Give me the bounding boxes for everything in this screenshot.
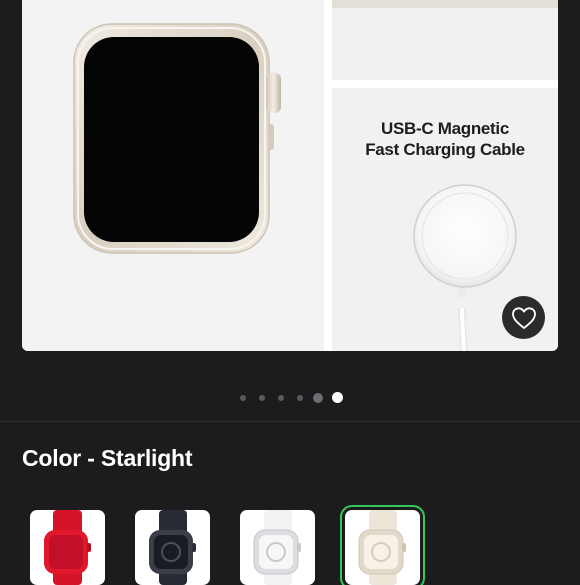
- watch-midnight-icon: [149, 510, 196, 585]
- section-divider: [0, 421, 580, 422]
- gallery-divider: [332, 80, 558, 88]
- page-dot[interactable]: [297, 395, 303, 401]
- color-option-red[interactable]: [30, 510, 105, 585]
- color-option-silver[interactable]: [240, 510, 315, 585]
- product-image-gallery[interactable]: USB-C Magnetic Fast Charging Cable: [22, 0, 558, 351]
- band-strip: [332, 0, 558, 8]
- gallery-page-indicator[interactable]: [0, 391, 580, 405]
- favorite-button[interactable]: [502, 296, 545, 339]
- page-dot[interactable]: [278, 395, 284, 401]
- watch-silver-icon: [253, 510, 301, 585]
- band-detail-image: [332, 0, 558, 80]
- page-dot[interactable]: [259, 395, 265, 401]
- gallery-divider: [324, 0, 332, 351]
- page-dot[interactable]: [240, 395, 246, 401]
- watch-red-icon: [44, 510, 91, 585]
- color-option-midnight[interactable]: [135, 510, 210, 585]
- color-label: Color - Starlight: [22, 445, 193, 471]
- page-dot[interactable]: [313, 393, 323, 403]
- color-option-starlight[interactable]: [340, 505, 425, 585]
- watch-starlight-icon: [358, 510, 406, 585]
- heart-outline-icon: [511, 306, 536, 329]
- page-dot-active[interactable]: [332, 392, 343, 403]
- starlight-watch-icon: [73, 23, 281, 254]
- watch-front-image: [22, 0, 324, 351]
